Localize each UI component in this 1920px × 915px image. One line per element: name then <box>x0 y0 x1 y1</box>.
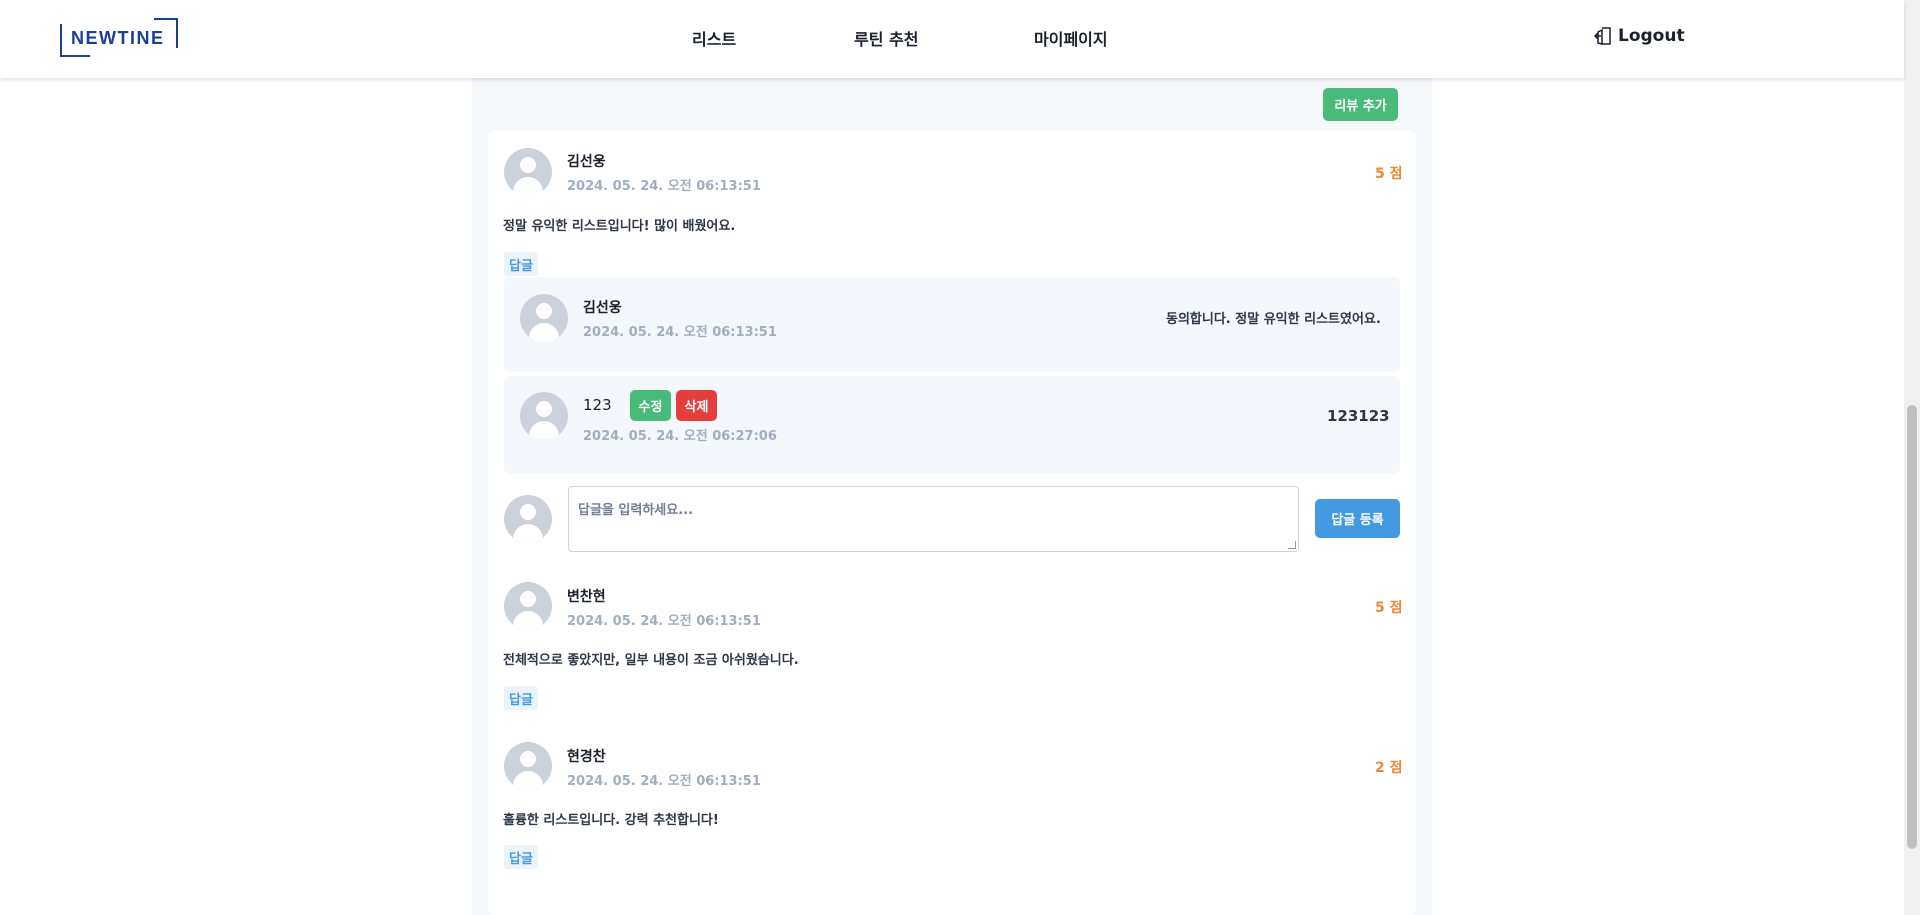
logout-button[interactable]: Logout <box>1594 26 1685 46</box>
review-author: 변찬현 <box>567 589 606 605</box>
logo-bracket <box>176 18 178 48</box>
review-text: 전체적으로 좋았지만, 일부 내용이 조금 아쉬웠습니다. <box>503 653 799 668</box>
review-date: 2024. 05. 24. 오전 06:13:51 <box>567 774 761 789</box>
newtine-logo[interactable]: NEWTINE <box>60 18 178 58</box>
reply-text: 123123 <box>1327 407 1390 425</box>
review-text: 훌륭한 리스트입니다. 강력 추천합니다! <box>503 813 719 828</box>
nav-list[interactable]: 리스트 <box>692 26 736 50</box>
logo-bracket <box>60 55 90 57</box>
top-header: NEWTINE 리스트 루틴 추천 마이페이지 Logout <box>0 0 1904 78</box>
logout-door-icon <box>1594 27 1611 45</box>
logo-bracket <box>154 18 178 20</box>
reply-input[interactable]: 답글을 입력하세요... <box>568 486 1299 552</box>
resize-handle[interactable] <box>1288 541 1296 549</box>
reply-toggle-button[interactable]: 답글 <box>504 686 538 710</box>
reply-author: 김선웅 <box>583 300 622 316</box>
review-author: 현경찬 <box>567 749 606 765</box>
reply-date: 2024. 05. 24. 오전 06:13:51 <box>583 325 777 340</box>
avatar <box>504 148 552 196</box>
nav-mypage[interactable]: 마이페이지 <box>1034 26 1108 50</box>
nav-routine-recommend[interactable]: 루틴 추천 <box>854 26 918 50</box>
logout-label: Logout <box>1618 26 1685 46</box>
delete-reply-button[interactable]: 삭제 <box>676 390 717 421</box>
reply-author: 123 <box>583 396 612 414</box>
review-score: 5 점 <box>1375 600 1403 616</box>
submit-reply-button[interactable]: 답글 등록 <box>1315 499 1400 538</box>
avatar <box>520 392 568 440</box>
reply-text: 동의합니다. 정말 유익한 리스트였어요. <box>1166 312 1381 327</box>
review-score: 5 점 <box>1375 166 1403 182</box>
reply-date: 2024. 05. 24. 오전 06:27:06 <box>583 429 777 444</box>
review-date: 2024. 05. 24. 오전 06:13:51 <box>567 614 761 629</box>
page-scrollbar[interactable] <box>1904 0 1920 915</box>
avatar <box>504 742 552 790</box>
reply-input-placeholder: 답글을 입력하세요... <box>578 503 694 518</box>
edit-reply-button[interactable]: 수정 <box>630 390 671 421</box>
scrollbar-thumb[interactable] <box>1907 405 1917 849</box>
add-review-button[interactable]: 리뷰 추가 <box>1323 88 1398 121</box>
review-date: 2024. 05. 24. 오전 06:13:51 <box>567 179 761 194</box>
avatar <box>520 294 568 342</box>
review-text: 정말 유익한 리스트입니다! 많이 배웠어요. <box>503 219 736 234</box>
avatar <box>504 582 552 630</box>
review-author: 김선웅 <box>567 154 606 170</box>
review-score: 2 점 <box>1375 760 1403 776</box>
logo-bracket <box>60 24 62 57</box>
reply-toggle-button[interactable]: 답글 <box>504 252 538 276</box>
avatar <box>504 495 552 543</box>
logo-text: NEWTINE <box>71 28 165 48</box>
reply-toggle-button[interactable]: 답글 <box>504 845 538 869</box>
